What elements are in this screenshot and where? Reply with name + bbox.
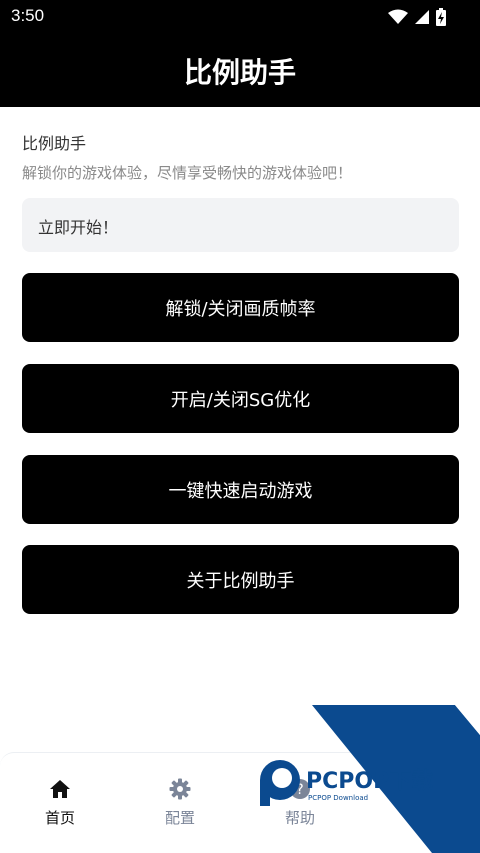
toggle-sg-optimization-button[interactable]: 开启/关闭SG优化 xyxy=(22,364,459,433)
button-label: 一键快速启动游戏 xyxy=(168,480,313,502)
toggle-quality-framerate-button[interactable]: 解锁/关闭画质帧率 xyxy=(22,273,459,342)
about-app-button[interactable]: 关于比例助手 xyxy=(22,545,459,614)
button-label: 解锁/关闭画质帧率 xyxy=(165,298,316,320)
quick-launch-game-button[interactable]: 一键快速启动游戏 xyxy=(22,455,459,524)
status-time: 3:50 xyxy=(11,6,45,25)
bottom-nav: 首页 配置 ? 帮助 xyxy=(0,752,480,853)
battery-icon xyxy=(436,8,446,26)
status-icons xyxy=(388,8,446,26)
intro-subtitle: 解锁你的游戏体验，尽情享受畅快的游戏体验吧！ xyxy=(22,164,353,182)
nav-item-config[interactable]: 配置 xyxy=(120,777,240,828)
button-label: 关于比例助手 xyxy=(186,570,295,592)
gear-icon xyxy=(169,778,191,800)
start-now-box[interactable]: 立即开始！ xyxy=(22,198,459,252)
nav-item-home[interactable]: 首页 xyxy=(0,777,120,828)
nav-label-home: 首页 xyxy=(44,809,75,827)
button-label: 开启/关闭SG优化 xyxy=(170,389,311,411)
home-icon xyxy=(50,780,70,798)
intro-title: 比例助手 xyxy=(22,134,87,153)
nav-label-help: 帮助 xyxy=(284,809,315,827)
nav-label-config: 配置 xyxy=(164,809,195,827)
status-bar: 3:50 xyxy=(0,0,480,34)
app-bar: 比例助手 xyxy=(0,34,480,107)
wifi-icon xyxy=(388,9,408,24)
signal-icon xyxy=(415,10,429,24)
nav-item-help[interactable]: ? 帮助 xyxy=(240,777,360,828)
help-icon: ? xyxy=(290,779,310,799)
svg-text:?: ? xyxy=(296,782,303,798)
start-now-text: 立即开始！ xyxy=(38,218,119,237)
page-title: 比例助手 xyxy=(183,56,296,89)
